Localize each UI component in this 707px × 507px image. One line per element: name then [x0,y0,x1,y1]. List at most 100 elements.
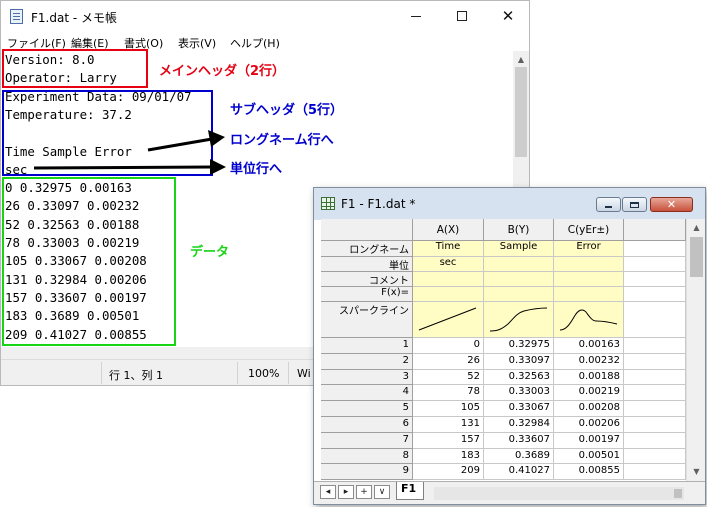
row-label-units[interactable]: 単位 [321,257,413,272]
cell-c[interactable]: 0.00197 [554,432,624,449]
cell-a[interactable]: 26 [413,353,484,370]
row-number[interactable]: 7 [321,432,413,449]
empty-cell [624,369,686,386]
cell-a[interactable]: 131 [413,417,484,433]
empty-cell [624,338,686,354]
sparkline-c-chart [559,309,618,331]
comment-b[interactable] [484,272,554,287]
worksheet-icon [321,197,335,210]
row-number[interactable]: 2 [321,353,413,370]
cell-a[interactable]: 157 [413,432,484,449]
unit-c[interactable] [554,257,624,272]
empty-cell [624,448,686,465]
empty-cell [624,272,686,287]
empty-cell [624,287,686,302]
column-header-c[interactable]: C(yEr±) [554,219,624,241]
sheet-tab-bar: ◂ ▸ + ∨ F1 [314,481,705,504]
cell-c[interactable]: 0.00208 [554,401,624,417]
cell-c[interactable]: 0.00206 [554,417,624,433]
row-number[interactable]: 9 [321,464,413,481]
workbook-close-button[interactable]: ✕ [650,197,693,212]
row-number[interactable]: 3 [321,369,413,386]
cell-a[interactable]: 0 [413,338,484,354]
formula-c[interactable] [554,287,624,302]
row-label-sparkline[interactable]: スパークライン [321,302,413,338]
scrollbar-thumb[interactable] [690,237,703,277]
row-number[interactable]: 8 [321,448,413,465]
add-sheet-button[interactable]: + [356,485,372,499]
cell-a[interactable]: 78 [413,385,484,402]
workbook-vertical-scrollbar[interactable]: ▲ ▼ [686,219,705,481]
cell-b[interactable]: 0.32563 [484,369,554,386]
cell-b[interactable]: 0.41027 [484,464,554,481]
formula-b[interactable] [484,287,554,302]
empty-cell [624,401,686,417]
cell-c[interactable]: 0.00501 [554,448,624,465]
cell-a[interactable]: 52 [413,369,484,386]
sheet-tab-f1[interactable]: F1 [396,482,424,500]
workbook-title: F1 - F1.dat * [341,197,416,211]
scrollbar-thumb[interactable] [674,489,682,498]
workbook-minimize-button[interactable] [596,197,621,212]
unit-arrow [33,159,226,175]
unit-a[interactable]: sec [413,257,484,272]
comment-c[interactable] [554,272,624,287]
sparkline-b[interactable] [484,302,554,338]
worksheet-grid[interactable]: A(X) B(Y) C(yEr±) ロングネーム Time Sample Err… [321,219,686,481]
row-number[interactable]: 5 [321,401,413,417]
column-header-b[interactable]: B(Y) [484,219,554,241]
empty-cell [624,257,686,272]
comment-a[interactable] [413,272,484,287]
long-name-arrow [147,130,225,152]
corner-cell[interactable] [321,219,413,241]
empty-cell [624,353,686,370]
cell-b[interactable]: 0.32975 [484,338,554,354]
cell-a[interactable]: 105 [413,401,484,417]
sparkline-a[interactable] [413,302,484,338]
scroll-down-icon[interactable]: ▼ [687,463,706,479]
column-header-empty [624,219,686,241]
unit-b[interactable] [484,257,554,272]
row-label-long-name[interactable]: ロングネーム [321,241,413,257]
cell-c[interactable]: 0.00855 [554,464,624,481]
close-icon: ✕ [666,198,677,211]
workbook-title-bar[interactable]: F1 - F1.dat * ✕ [314,188,705,220]
row-label-comments[interactable]: コメント [321,272,413,287]
cell-c[interactable]: 0.00188 [554,369,624,386]
restore-icon [630,201,639,208]
cell-a[interactable]: 183 [413,448,484,465]
empty-cell [624,432,686,449]
cell-b[interactable]: 0.33067 [484,401,554,417]
long-name-b[interactable]: Sample [484,241,554,257]
long-name-a[interactable]: Time [413,241,484,257]
formula-a[interactable] [413,287,484,302]
cell-c[interactable]: 0.00163 [554,338,624,354]
row-number[interactable]: 4 [321,385,413,402]
empty-cell [624,464,686,481]
cell-c[interactable]: 0.00232 [554,353,624,370]
row-number[interactable]: 1 [321,338,413,354]
scroll-up-icon[interactable]: ▲ [687,219,706,235]
long-name-c[interactable]: Error [554,241,624,257]
empty-cell [624,241,686,257]
cell-b[interactable]: 0.32984 [484,417,554,433]
cell-a[interactable]: 209 [413,464,484,481]
workbook-restore-button[interactable] [622,197,647,212]
workbook-window: F1 - F1.dat * ✕ A(X) B(Y) C(yEr±) ロングネーム… [313,187,706,505]
row-number[interactable]: 6 [321,417,413,433]
column-header-a[interactable]: A(X) [413,219,484,241]
cell-b[interactable]: 0.33003 [484,385,554,402]
workbook-horizontal-scrollbar[interactable] [434,487,684,500]
sheet-list-button[interactable]: ∨ [374,485,390,499]
cell-c[interactable]: 0.00219 [554,385,624,402]
cell-b[interactable]: 0.33607 [484,432,554,449]
sparkline-c[interactable] [554,302,624,338]
sparkline-b-chart [489,307,548,332]
sparkline-a-chart [418,307,477,331]
prev-sheet-button[interactable]: ◂ [320,485,336,499]
cell-b[interactable]: 0.33097 [484,353,554,370]
cell-b[interactable]: 0.3689 [484,448,554,465]
empty-cell [624,417,686,433]
next-sheet-button[interactable]: ▸ [338,485,354,499]
row-label-formula[interactable]: F(x)= [321,287,413,302]
